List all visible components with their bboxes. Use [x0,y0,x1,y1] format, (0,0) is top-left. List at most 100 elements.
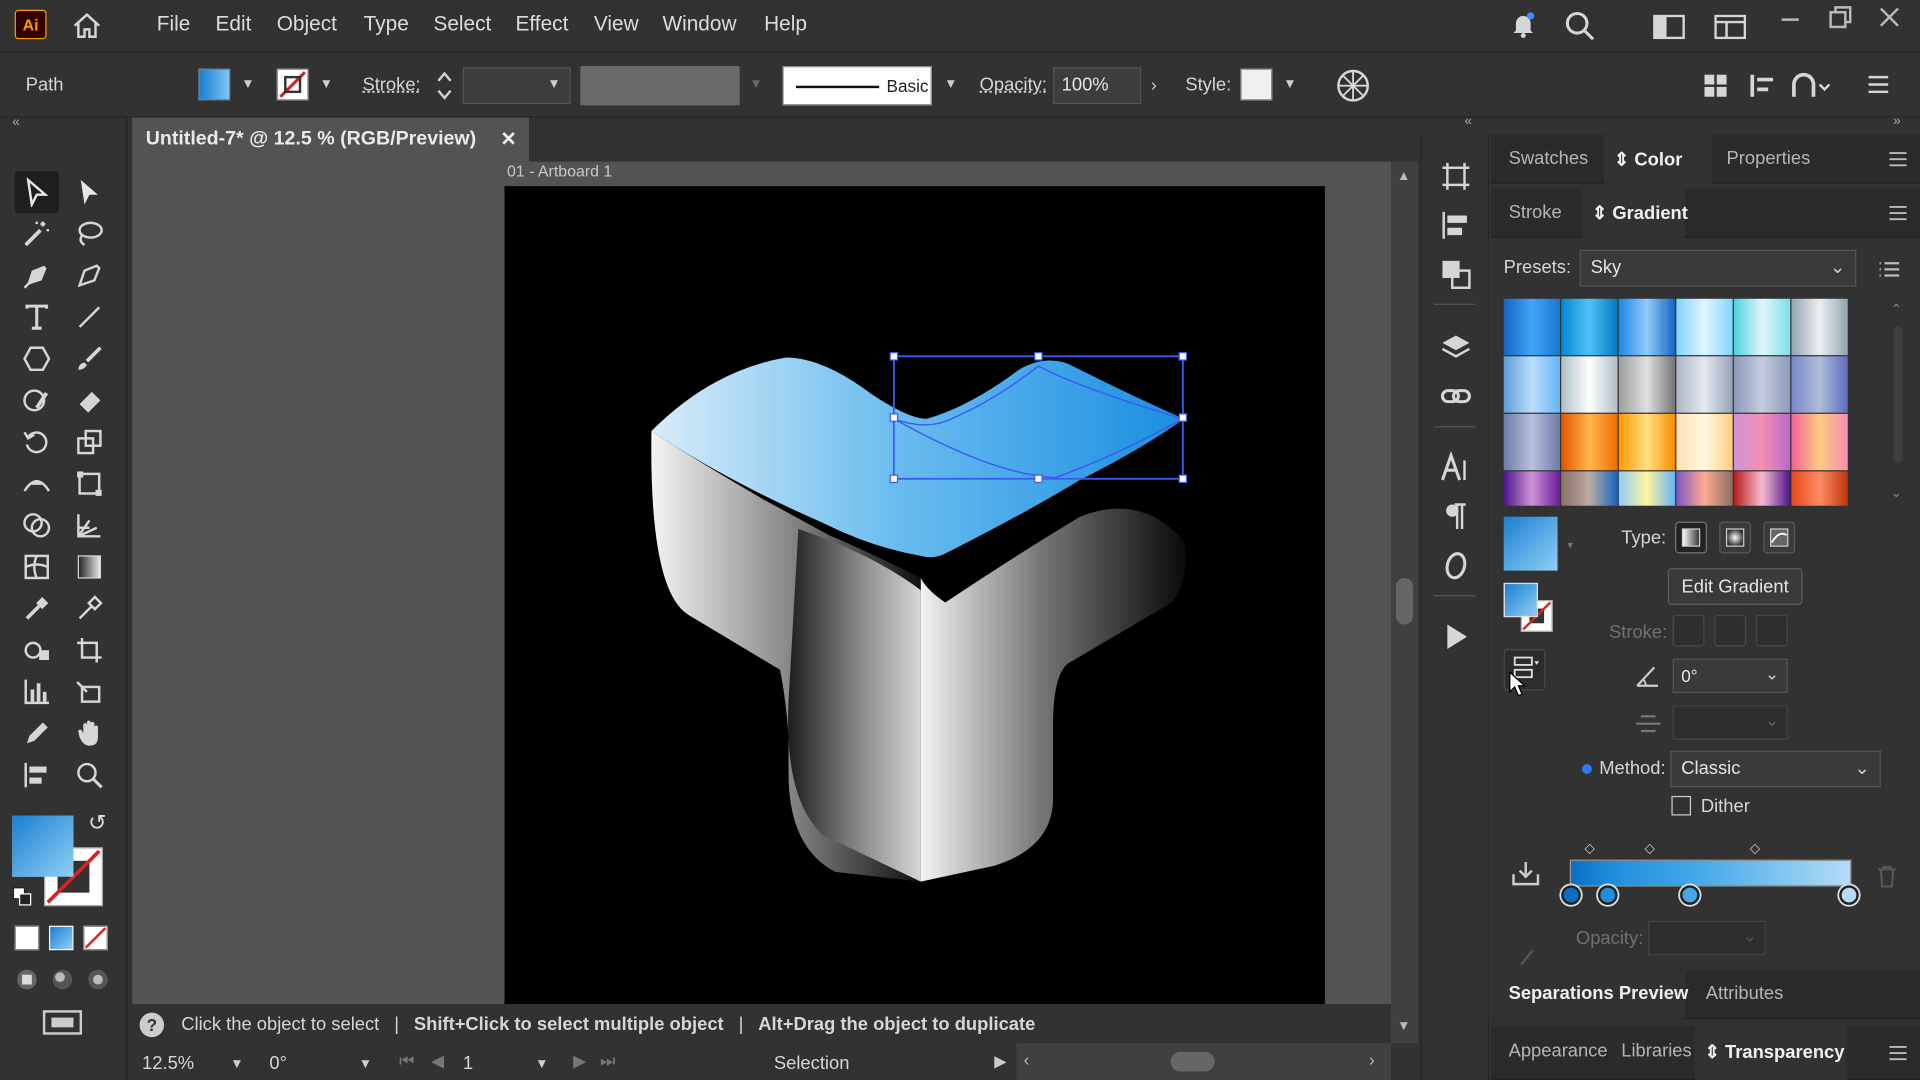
pen-tool-icon[interactable] [16,255,58,297]
polygon-tool-icon[interactable] [16,338,58,380]
menu-select[interactable]: Select [433,12,491,36]
next-artboard-icon[interactable]: ▶ [573,1051,586,1072]
menu-effect[interactable]: Effect [516,12,569,36]
preset-swatch[interactable] [1791,471,1848,506]
preset-swatch[interactable] [1503,471,1561,506]
preset-swatch[interactable] [1733,471,1791,506]
links-panel-icon[interactable] [1439,380,1473,414]
workspace-icon[interactable] [1653,14,1685,46]
scroll-right-icon[interactable]: › [1369,1049,1375,1069]
paintbrush-tool-icon[interactable] [69,338,111,380]
artboards-panel-icon[interactable] [1439,159,1473,193]
tab-transparency[interactable]: ⇕ Transparency [1705,1041,1845,1063]
panel-menu-icon[interactable] [1888,149,1908,175]
radial-gradient-button[interactable] [1719,521,1752,554]
vertical-scrollbar[interactable]: ▲ ▼ [1391,161,1418,1044]
brush-definition-field[interactable]: Basic [782,66,932,106]
stroke-label[interactable]: Stroke: [362,75,420,96]
horizontal-scroll-thumb[interactable] [1170,1051,1215,1072]
dither-checkbox[interactable] [1671,795,1692,816]
selection-handle[interactable] [1034,352,1043,361]
presets-scroll-thumb[interactable] [1893,325,1903,463]
direct-selection-tool-icon[interactable] [69,171,111,213]
profile-dropdown-icon[interactable]: ▼ [749,77,762,92]
column-graph-tool-icon[interactable] [16,671,58,713]
selection-handle[interactable] [1034,474,1043,484]
color-stop-4[interactable] [1839,885,1859,905]
home-icon[interactable] [71,11,103,47]
gradient-panel-menu-icon[interactable] [1888,203,1908,229]
scroll-left-icon[interactable]: ‹ [1024,1049,1030,1069]
tab-properties[interactable]: Properties [1727,148,1811,169]
horizontal-scrollbar[interactable]: ‹ › [1016,1043,1392,1080]
zoom-dropdown-icon[interactable]: ▼ [230,1057,243,1072]
presets-scrollbar[interactable]: ⌃ ⌄ [1891,301,1906,504]
paragraph-panel-icon[interactable] [1439,500,1473,534]
tab-color[interactable]: ⇕ Color [1614,148,1682,170]
shaper-tool-icon[interactable] [16,380,58,422]
first-artboard-icon[interactable]: ⏮ [399,1051,414,1072]
pathfinder-panel-icon[interactable] [1439,257,1473,291]
selection-handle[interactable] [889,413,899,422]
close-document-icon[interactable]: ✕ [500,127,516,151]
midpoint-diamond-1-icon[interactable]: ◇ [1585,840,1595,856]
rotation-value[interactable]: 0° [269,1053,287,1074]
midpoint-diamond-2-icon[interactable]: ◇ [1645,840,1655,856]
close-window-icon[interactable] [1877,5,1901,36]
draw-normal-icon[interactable] [15,967,39,998]
preset-swatch[interactable] [1733,413,1791,471]
character-panel-icon[interactable] [1439,450,1473,485]
zoom-level[interactable]: 12.5% [142,1053,194,1074]
gradient-thumbnail[interactable] [1503,516,1558,571]
last-artboard-icon[interactable]: ⏭ [600,1051,615,1072]
preset-swatch[interactable] [1503,356,1561,413]
presets-list-view-icon[interactable] [1878,260,1900,286]
edit-gradient-button[interactable]: Edit Gradient [1667,568,1803,605]
pencil-tool-icon[interactable] [16,713,58,755]
preset-swatch[interactable] [1618,356,1676,413]
align-icon[interactable] [1702,72,1729,105]
angle-chevron-icon[interactable]: ⌄ [1765,664,1779,685]
selection-handle[interactable] [1178,352,1188,361]
tab-gradient[interactable]: ⇕ Gradient [1592,202,1688,224]
none-mode-icon[interactable] [83,925,108,951]
presets-scroll-up-icon[interactable]: ⌃ [1891,301,1902,317]
opacity-label[interactable]: Opacity: [980,75,1047,96]
recolor-artwork-icon[interactable] [1336,69,1370,109]
eraser-tool-icon[interactable] [69,380,111,422]
angle-field[interactable]: 0° ⌄ [1672,658,1788,694]
delete-stop-icon[interactable] [1876,864,1898,895]
blend-tool-icon[interactable] [69,588,111,630]
tab-swatches[interactable]: Swatches [1509,148,1589,169]
curvature-tool-icon[interactable] [69,255,111,297]
presets-scroll-down-icon[interactable]: ⌄ [1891,485,1902,501]
linear-gradient-button[interactable] [1675,521,1707,554]
preset-swatch[interactable] [1561,298,1618,356]
shape-builder-icon[interactable] [1790,72,1832,105]
artboard-number[interactable]: 1 [463,1053,473,1074]
default-fill-stroke-icon[interactable] [12,887,32,913]
screen-mode-icon[interactable] [42,1009,84,1045]
restore-icon[interactable] [1827,5,1854,38]
previous-artboard-icon[interactable]: ◀ [431,1051,444,1072]
perspective-grid-tool-icon[interactable] [69,504,111,546]
bottom-panel-menu-icon[interactable] [1888,1043,1908,1069]
scroll-up-icon[interactable]: ▲ [1397,169,1410,184]
mesh-tool-icon[interactable] [16,546,58,588]
opentype-panel-icon[interactable] [1439,549,1473,583]
draw-inside-icon[interactable] [86,967,110,998]
stroke-weight-stepper-icon[interactable] [435,67,455,110]
magic-wand-tool-icon[interactable] [16,213,58,255]
align-tool-icon[interactable] [16,754,58,796]
expand-panels-icon[interactable]: » [1893,114,1901,129]
tab-separations-preview[interactable]: Separations Preview [1509,983,1689,1004]
fill-swatch[interactable] [198,68,231,101]
gradient-slider-bar[interactable] [1569,859,1852,887]
collapse-dock-icon[interactable]: « [1465,114,1473,129]
aspect-ratio-field[interactable]: ⌄ [1672,705,1788,740]
preset-swatch[interactable] [1561,471,1618,506]
actions-panel-icon[interactable] [1439,620,1473,654]
align-panel-icon[interactable] [1439,208,1473,242]
brush-dropdown-icon[interactable]: ▼ [944,77,957,92]
rotation-dropdown-icon[interactable]: ▼ [359,1057,372,1072]
